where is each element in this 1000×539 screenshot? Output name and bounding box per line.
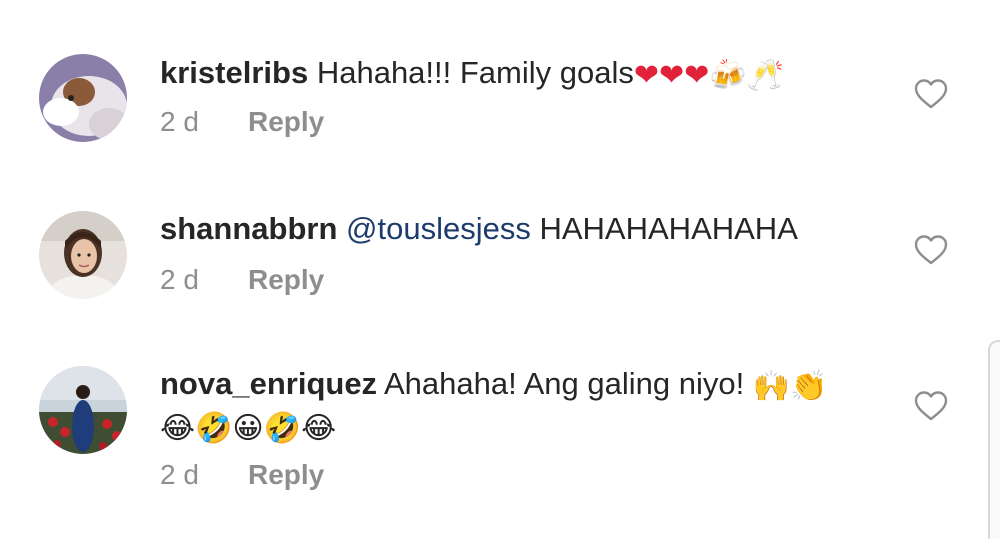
- comments-page: kristelribs Hahaha!!! Family goals❤❤❤🍻🥂 …: [0, 0, 1000, 539]
- username[interactable]: nova_enriquez: [160, 366, 377, 401]
- timestamp: 2 d: [160, 459, 199, 490]
- comment-meta: 2 d Reply: [160, 459, 324, 491]
- comment-text: HAHAHAHAHAHA: [539, 211, 798, 246]
- heart-emoji: ❤: [633, 58, 660, 93]
- avatar[interactable]: [39, 366, 127, 454]
- reply-button[interactable]: Reply: [248, 106, 324, 137]
- grinning-face-emoji: 😀: [232, 411, 264, 446]
- tears-of-joy-emoji: 😂: [160, 411, 196, 446]
- heart-outline-icon: [914, 391, 948, 421]
- comment-text-line: kristelribs Hahaha!!! Family goals❤❤❤🍻🥂: [160, 54, 880, 92]
- avatar[interactable]: [39, 54, 127, 142]
- comment-meta: 2 d Reply: [160, 106, 324, 138]
- like-button[interactable]: [914, 390, 948, 422]
- champagne-glasses-emoji: 🥂: [746, 58, 785, 93]
- like-button[interactable]: [914, 78, 948, 110]
- scrollbar[interactable]: [988, 340, 1000, 539]
- comment-text-line: shannabbrn @touslesjess HAHAHAHAHAHA: [160, 210, 880, 248]
- like-button[interactable]: [914, 234, 948, 266]
- heart-outline-icon: [914, 235, 948, 265]
- timestamp: 2 d: [160, 106, 199, 137]
- comment-text: Hahaha!!! Family goals: [316, 55, 634, 90]
- reply-button[interactable]: Reply: [248, 264, 324, 295]
- avatar[interactable]: [39, 211, 127, 299]
- beer-mugs-emoji: 🍻: [709, 58, 747, 93]
- comment-text: Ahahaha! Ang galing niyo!: [383, 366, 745, 401]
- tears-of-joy-emoji: 😂: [301, 411, 337, 446]
- timestamp: 2 d: [160, 264, 199, 295]
- comment-meta: 2 d Reply: [160, 264, 324, 296]
- rolling-laughing-emoji: 🤣: [263, 411, 302, 446]
- mention-link[interactable]: @touslesjess: [346, 211, 531, 246]
- clapping-hands-emoji: 👏: [790, 369, 828, 404]
- raising-hands-emoji: 🙌: [752, 369, 791, 404]
- heart-emoji: ❤: [659, 58, 685, 93]
- heart-outline-icon: [914, 79, 948, 109]
- username[interactable]: shannabbrn: [160, 211, 337, 246]
- comment-text-line-2: 😂🤣😀🤣😂: [160, 407, 880, 445]
- comment-text-line: nova_enriquez Ahahaha! Ang galing niyo! …: [160, 365, 880, 403]
- username[interactable]: kristelribs: [160, 55, 308, 90]
- reply-button[interactable]: Reply: [248, 459, 324, 490]
- rolling-laughing-emoji: 🤣: [195, 411, 233, 446]
- heart-emoji: ❤: [684, 58, 710, 93]
